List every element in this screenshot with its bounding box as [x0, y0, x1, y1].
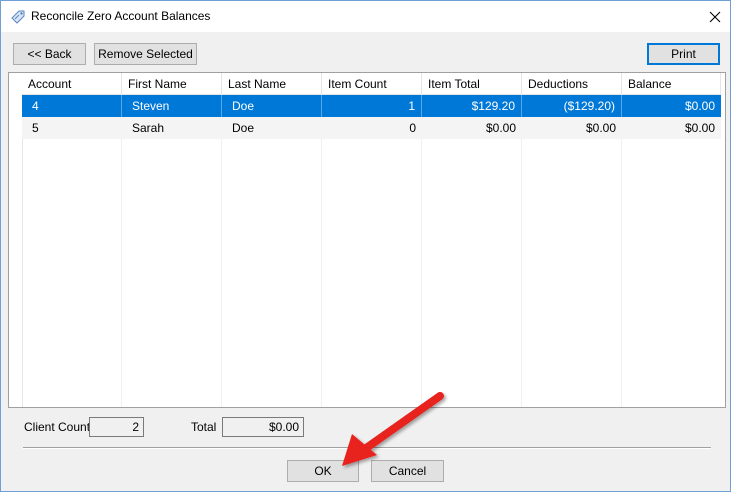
client-count-label: Client Count — [24, 420, 91, 434]
column-header-last-name[interactable]: Last Name — [222, 73, 322, 95]
window-title: Reconcile Zero Account Balances — [31, 9, 211, 23]
close-button[interactable] — [700, 1, 730, 32]
cell-deductions: $0.00 — [585, 121, 616, 135]
column-header-item-count[interactable]: Item Count — [322, 73, 422, 95]
print-button[interactable]: Print — [647, 43, 720, 65]
accounts-grid[interactable]: Account First Name Last Name Item Count … — [8, 72, 726, 408]
cell-balance: $0.00 — [684, 99, 715, 113]
column-header-deductions[interactable]: Deductions — [522, 73, 622, 95]
reconcile-dialog: Reconcile Zero Account Balances << Back … — [0, 0, 731, 492]
cell-item-total: $129.20 — [422, 95, 522, 117]
total-label: Total — [191, 420, 217, 434]
client-count-field: 2 — [89, 417, 144, 437]
cell-item-count: 0 — [409, 121, 416, 135]
column-header-balance[interactable]: Balance — [622, 73, 721, 95]
ok-button[interactable]: OK — [287, 460, 359, 482]
table-row[interactable]: 4 Steven Doe 1 $129.20 ($129.20) $0.00 — [22, 95, 721, 117]
cell-first-name: Sarah — [132, 121, 165, 135]
total-field: $0.00 — [222, 417, 304, 437]
cancel-button[interactable]: Cancel — [371, 460, 444, 482]
back-button[interactable]: << Back — [13, 43, 86, 65]
column-header-item-total[interactable]: Item Total — [422, 73, 522, 95]
column-header-first-name[interactable]: First Name — [122, 73, 222, 95]
cell-last-name: Doe — [232, 121, 255, 135]
close-icon — [709, 11, 721, 22]
cell-account: 5 — [32, 121, 39, 135]
cell-balance: $0.00 — [684, 121, 715, 135]
tag-icon — [10, 9, 26, 25]
footer-divider — [23, 447, 711, 449]
table-row[interactable]: 5 Sarah Doe 0 $0.00 $0.00 $0.00 — [22, 117, 721, 139]
cell-last-name: Doe — [222, 95, 322, 117]
column-header-account[interactable]: Account — [22, 73, 122, 95]
cell-deductions: ($129.20) — [522, 95, 622, 117]
remove-selected-button[interactable]: Remove Selected — [94, 43, 197, 65]
cell-item-count: 1 — [322, 95, 422, 117]
row-header-column — [9, 73, 23, 407]
cell-first-name: Steven — [122, 95, 222, 117]
cell-account: 4 — [22, 95, 122, 117]
title-bar: Reconcile Zero Account Balances — [1, 1, 730, 32]
cell-item-total: $0.00 — [485, 121, 516, 135]
